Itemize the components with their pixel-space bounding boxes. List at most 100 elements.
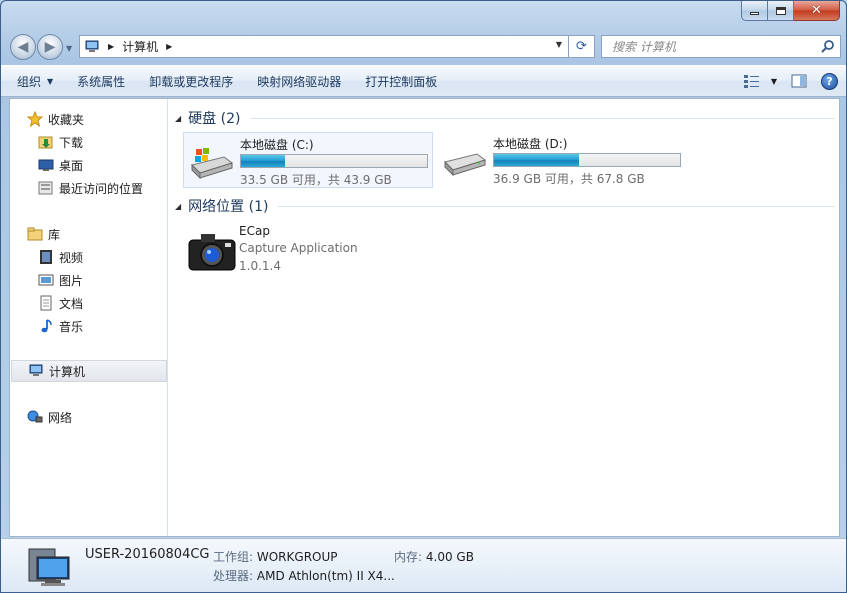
memory-value: 4.00 GB — [425, 550, 474, 564]
navigation-bar: ◀ ▶ ▼ ▶ 计算机 ▶ ▼ ⟳ 搜索 计算机 — [1, 29, 846, 63]
map-network-drive-button[interactable]: 映射网络驱动器 — [245, 66, 353, 96]
refresh-icon: ⟳ — [576, 39, 587, 54]
search-input[interactable]: 搜索 计算机 — [601, 35, 841, 58]
network-item-description: Capture Application — [239, 241, 358, 255]
sidebar-item-label: 下载 — [59, 135, 84, 150]
sidebar-item-label: 视频 — [59, 250, 84, 265]
caption-buttons: ✕ — [741, 1, 840, 21]
group-title: 网络位置 (1) — [188, 199, 269, 215]
collapse-triangle-icon[interactable]: ◢ — [175, 114, 181, 123]
content-area: 收藏夹 下载 桌面 最近访问的位置 库 视频 图片 文档 音乐 计算机 网络 ◢… — [9, 98, 840, 537]
workgroup-label: 工作组: — [213, 550, 254, 564]
desktop-icon — [38, 157, 54, 173]
system-drive-icon — [191, 148, 234, 180]
uninstall-program-button[interactable]: 卸载或更改程序 — [137, 66, 245, 96]
sidebar-item-label: 网络 — [48, 410, 73, 425]
computer-large-icon — [28, 548, 70, 586]
library-icon — [27, 226, 43, 242]
workgroup-info: 工作组: WORKGROUP — [213, 548, 338, 565]
command-bar: 组织 ▼ 系统属性 卸载或更改程序 映射网络驱动器 打开控制面板 ▼ ? — [1, 65, 846, 97]
change-view-button[interactable]: ▼ — [743, 74, 777, 88]
uninstall-program-label: 卸载或更改程序 — [149, 74, 234, 89]
search-placeholder: 搜索 计算机 — [612, 40, 676, 54]
drive-name: 本地磁盘 (C:) — [240, 138, 314, 152]
sidebar-item-library[interactable]: 库 — [27, 223, 183, 245]
group-header-hard-drives[interactable]: ◢ 硬盘 (2) — [175, 108, 835, 128]
group-header-network-locations[interactable]: ◢ 网络位置 (1) — [175, 196, 835, 216]
computer-name: USER-20160804CG — [85, 547, 210, 562]
system-properties-label: 系统属性 — [77, 74, 126, 89]
music-note-icon — [38, 318, 54, 334]
drive-usage-bar — [493, 153, 681, 167]
camera-icon — [188, 234, 236, 271]
chevron-down-icon: ▼ — [47, 76, 54, 86]
help-icon: ? — [826, 74, 833, 88]
organize-button[interactable]: 组织 ▼ — [1, 66, 65, 96]
address-dropdown[interactable]: ▼ — [556, 40, 562, 49]
sidebar-item-label: 图片 — [59, 273, 84, 288]
breadcrumb-computer[interactable]: 计算机 — [122, 38, 158, 55]
sidebar-item-label: 计算机 — [49, 364, 86, 379]
maximize-icon — [775, 6, 786, 15]
open-control-panel-label: 打开控制面板 — [365, 74, 438, 89]
preview-pane-button[interactable] — [791, 74, 807, 88]
refresh-button[interactable]: ⟳ — [569, 35, 595, 58]
computer-icon — [28, 363, 44, 379]
memory-label: 内存: — [394, 550, 423, 564]
recent-pages-dropdown[interactable]: ▼ — [66, 44, 72, 53]
collapse-triangle-icon[interactable]: ◢ — [175, 202, 181, 211]
forward-arrow-icon: ▶ — [44, 39, 56, 55]
workgroup-value: WORKGROUP — [256, 550, 338, 564]
downloads-folder-icon — [38, 134, 54, 150]
preview-pane-icon — [791, 74, 807, 88]
drive-usage-bar — [240, 154, 428, 168]
open-control-panel-button[interactable]: 打开控制面板 — [353, 66, 449, 96]
drive-usage-fill — [241, 155, 286, 167]
view-list-icon — [743, 75, 759, 88]
group-divider — [278, 205, 835, 207]
sidebar-item-favorites[interactable]: 收藏夹 — [27, 108, 183, 130]
address-bar[interactable]: ▶ 计算机 ▶ ▼ — [79, 35, 569, 58]
close-icon: ✕ — [811, 3, 822, 18]
details-pane: USER-20160804CG 工作组: WORKGROUP 内存: 4.00 … — [1, 538, 846, 592]
star-icon — [27, 111, 43, 127]
back-button[interactable]: ◀ — [10, 34, 36, 60]
map-network-drive-label: 映射网络驱动器 — [257, 74, 342, 89]
sidebar-item-label: 桌面 — [59, 158, 84, 173]
drive-free-space: 33.5 GB 可用，共 43.9 GB — [240, 173, 392, 187]
network-item-ecap[interactable]: ECap Capture Application 1.0.1.4 — [183, 222, 433, 278]
memory-info: 内存: 4.00 GB — [394, 548, 474, 565]
network-item-version: 1.0.1.4 — [239, 259, 281, 273]
processor-value: AMD Athlon(tm) II X4... — [256, 569, 395, 583]
sidebar-item-label: 音乐 — [59, 319, 84, 334]
drive-name: 本地磁盘 (D:) — [493, 137, 568, 151]
organize-label: 组织 — [17, 74, 42, 89]
documents-icon — [38, 295, 54, 311]
minimize-button[interactable] — [741, 1, 768, 21]
drive-d[interactable]: 本地磁盘 (D:) 36.9 GB 可用，共 67.8 GB — [437, 132, 687, 188]
breadcrumb-separator[interactable]: ▶ — [108, 42, 114, 51]
group-divider — [250, 117, 835, 119]
breadcrumb-separator[interactable]: ▶ — [166, 42, 172, 51]
close-button[interactable]: ✕ — [794, 1, 840, 21]
help-button[interactable]: ? — [821, 72, 838, 90]
main-pane: ◢ 硬盘 (2) 本地磁盘 (C:) 33.5 GB 可用，共 43.9 GB — [169, 99, 839, 536]
group-title: 硬盘 (2) — [188, 111, 241, 127]
forward-button[interactable]: ▶ — [37, 34, 63, 60]
video-icon — [38, 249, 54, 265]
processor-label: 处理器: — [213, 569, 254, 583]
navigation-pane[interactable]: 收藏夹 下载 桌面 最近访问的位置 库 视频 图片 文档 音乐 计算机 网络 — [10, 99, 168, 536]
system-properties-button[interactable]: 系统属性 — [65, 66, 137, 96]
back-arrow-icon: ◀ — [17, 39, 29, 55]
search-icon — [821, 40, 834, 53]
minimize-icon — [750, 12, 759, 15]
drive-c[interactable]: 本地磁盘 (C:) 33.5 GB 可用，共 43.9 GB — [183, 132, 433, 188]
sidebar-item-label: 库 — [48, 227, 61, 242]
processor-info: 处理器: AMD Athlon(tm) II X4... — [213, 567, 395, 584]
sidebar-item-label: 最近访问的位置 — [59, 181, 144, 196]
sidebar-item-network[interactable]: 网络 — [27, 406, 183, 428]
maximize-button[interactable] — [768, 1, 794, 21]
network-icon — [27, 409, 43, 425]
sidebar-item-computer[interactable]: 计算机 — [11, 360, 167, 382]
computer-icon — [85, 40, 99, 52]
